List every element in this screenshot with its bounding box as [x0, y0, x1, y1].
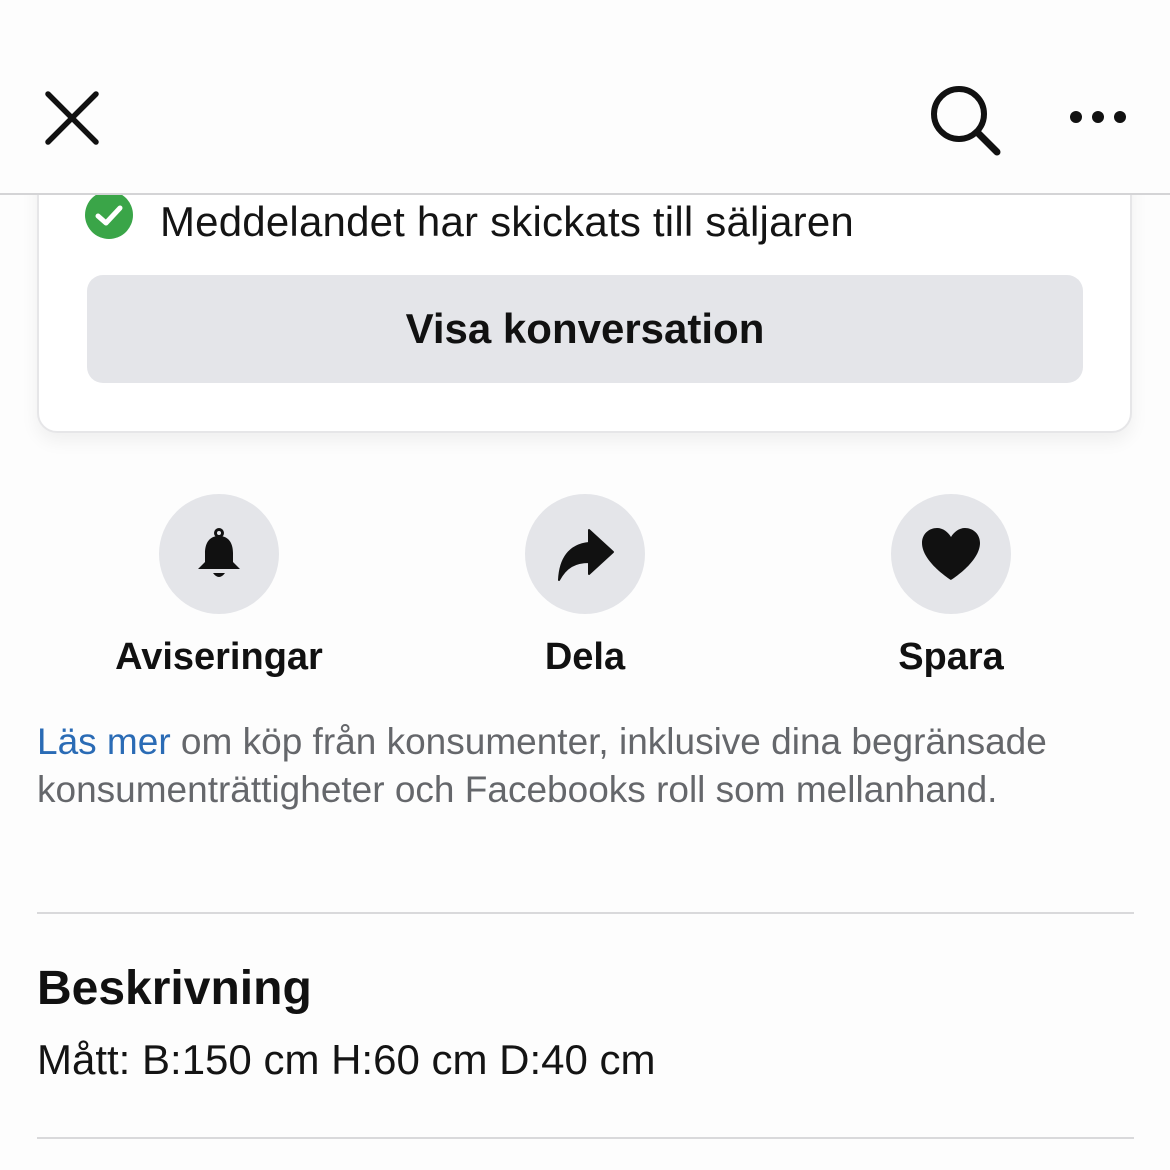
divider	[37, 1137, 1134, 1139]
share-button[interactable]	[525, 494, 645, 614]
more-options-icon	[1070, 111, 1126, 123]
share-icon	[558, 529, 614, 581]
message-sent-text: Meddelandet har skickats till säljaren	[160, 198, 854, 245]
description-text: Mått: B:150 cm H:60 cm D:40 cm	[37, 1036, 656, 1083]
consumer-rights-info: Läs mer om köp från konsumenter, inklusi…	[37, 718, 1137, 814]
search-button[interactable]	[925, 80, 1005, 160]
close-button[interactable]	[36, 82, 108, 154]
notifications-action[interactable]: Aviseringar	[69, 494, 369, 679]
divider	[37, 912, 1134, 914]
more-options-button[interactable]	[1062, 95, 1134, 139]
notifications-button[interactable]	[159, 494, 279, 614]
heart-icon	[922, 528, 980, 580]
save-label: Spara	[898, 636, 1004, 678]
close-icon	[45, 91, 99, 145]
save-button[interactable]	[891, 494, 1011, 614]
share-label: Dela	[544, 636, 626, 678]
share-action[interactable]: Dela	[435, 494, 735, 679]
marketplace-item-page: Meddelandet har skickats till säljaren V…	[0, 0, 1170, 1170]
description-title: Beskrivning	[37, 962, 312, 1015]
top-bar	[0, 0, 1170, 195]
consumer-rights-text: om köp från konsumenter, inklusive dina …	[37, 721, 1047, 810]
notifications-label: Aviseringar	[115, 636, 323, 678]
check-circle-icon	[85, 191, 133, 239]
view-conversation-button[interactable]: Visa konversation	[87, 275, 1083, 383]
save-action[interactable]: Spara	[801, 494, 1101, 679]
message-sent-status: Meddelandet har skickats till säljaren	[84, 191, 854, 248]
bell-icon	[198, 528, 240, 577]
search-icon	[931, 86, 1001, 156]
read-more-link[interactable]: Läs mer	[37, 721, 171, 762]
